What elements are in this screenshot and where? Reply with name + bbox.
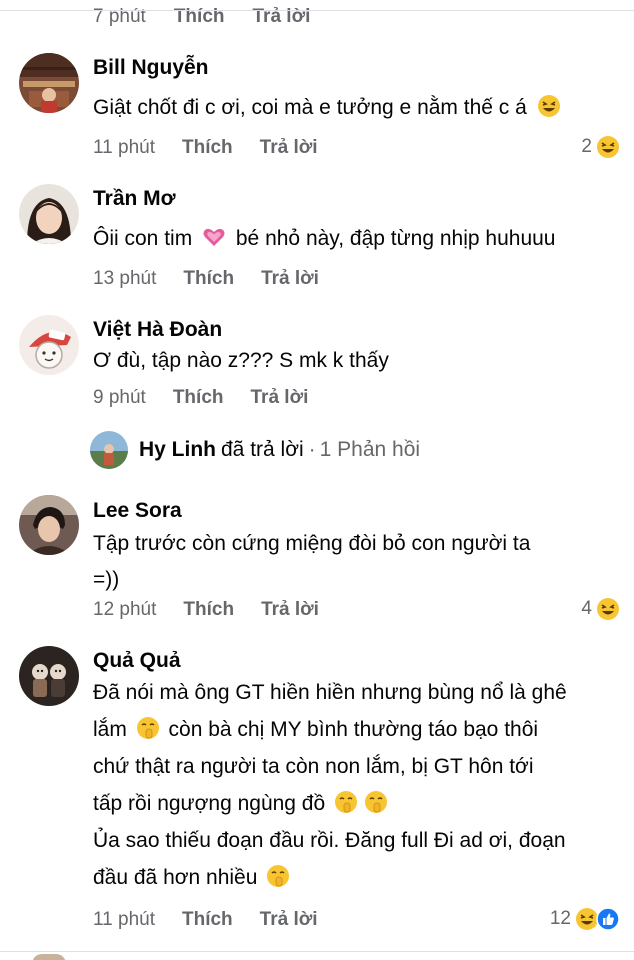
comment-author[interactable]: Lee Sora [93, 499, 182, 523]
avatar[interactable] [19, 495, 79, 555]
reaction-count: 12 [549, 908, 571, 929]
bottom-divider [0, 951, 634, 952]
shushing-face-emoji-icon [364, 789, 388, 813]
like-button[interactable]: Thích [173, 387, 224, 409]
comment-text-fragment: tấp rồi ngượng ngùng đồ [93, 792, 326, 815]
reaction-summary[interactable]: 12 [550, 907, 620, 931]
comment-text-start: Ôii con tim [93, 227, 193, 250]
comments-page: 7 phút Thích Trả lời Bill Nguyễn Giật ch… [0, 0, 634, 960]
comment-text-line: chứ thật ra người ta còn non lắm, bị GT … [93, 755, 534, 778]
comment-time[interactable]: 12 phút [93, 599, 156, 621]
top-divider [0, 10, 634, 11]
comment-text: Tập trước còn cứng miệng đòi bỏ con ngườ… [93, 526, 623, 598]
pink-heart-emoji-icon [202, 225, 226, 249]
reply-button[interactable]: Trả lời [251, 387, 309, 409]
reply-button[interactable]: Trả lời [261, 268, 319, 290]
comment-text: Đã nói mà ông GT hiền hiền nhưng bùng nổ… [93, 674, 623, 896]
reaction-summary[interactable]: 4 [581, 597, 620, 621]
reaction-summary[interactable]: 2 [581, 135, 620, 159]
comment-text-content: Giật chốt đi c ơi, coi mà e tưởng e nằm … [93, 96, 527, 119]
reply-count: 1 Phản hồi [319, 438, 421, 461]
reply-action-text: đã trả lời [221, 438, 304, 461]
reply-button[interactable]: Trả lời [261, 599, 319, 621]
comment-author[interactable]: Quả Quả [93, 649, 181, 673]
laughing-emoji-icon [596, 597, 620, 621]
avatar[interactable] [19, 184, 79, 244]
comment-text-line: lắm còn bà chị MY bình thường táo bạo th… [93, 711, 623, 748]
comment-time[interactable]: 11 phút [93, 137, 155, 159]
like-button[interactable]: Thích [182, 909, 233, 931]
reply-author: Hy Linh [139, 438, 216, 461]
comment-text: Ôii con tim bé nhỏ này, đập từng nhịp hu… [93, 221, 623, 257]
comment-text-fragment: lắm [93, 718, 127, 741]
separator-dot: · [308, 438, 316, 461]
avatar[interactable] [19, 646, 79, 706]
comment-text-fragment: còn bà chị MY bình thường táo bạo thôi [168, 718, 539, 741]
avatar[interactable] [19, 53, 79, 113]
view-replies-link[interactable]: Hy Linh đã trả lời · 1 Phản hồi [90, 431, 420, 469]
comment-actions: 9 phút Thích Trả lời [93, 387, 308, 409]
reply-button[interactable]: Trả lời [260, 909, 318, 931]
laughing-emoji-icon [596, 135, 620, 159]
like-button[interactable]: Thích [183, 599, 234, 621]
comment-text-content: Ơ đù, tập nào z??? S mk k thấy [93, 349, 389, 372]
comment-actions: 11 phút Thích Trả lời [93, 137, 318, 159]
reaction-count: 2 [581, 136, 592, 157]
comment-author[interactable]: Việt Hà Đoàn [93, 318, 222, 342]
comment-text-line: tấp rồi ngượng ngùng đồ [93, 785, 623, 822]
like-button[interactable]: Thích [183, 268, 234, 290]
comment-time[interactable]: 11 phút [93, 909, 155, 931]
like-button[interactable]: Thích [182, 137, 233, 159]
comment-text-fragment: đầu đã hơn nhiều [93, 866, 258, 889]
comment-actions: 12 phút Thích Trả lời [93, 599, 319, 621]
comment-text-line: Ủa sao thiếu đoạn đầu rồi. Đăng full Đi … [93, 829, 566, 852]
comment-text-line: =)) [93, 568, 120, 591]
comment-actions: 13 phút Thích Trả lời [93, 268, 319, 290]
laughing-emoji-icon [537, 94, 561, 118]
comment-text-line: đầu đã hơn nhiều [93, 859, 623, 896]
shushing-face-emoji-icon [266, 863, 290, 887]
next-comment-avatar [32, 954, 66, 960]
reply-avatar [90, 431, 128, 469]
comment-author[interactable]: Trần Mơ [93, 187, 176, 211]
comment-text-line: Đã nói mà ông GT hiền hiền nhưng bùng nổ… [93, 681, 567, 704]
comment-time[interactable]: 9 phút [93, 387, 146, 409]
shushing-face-emoji-icon [334, 789, 358, 813]
shushing-face-emoji-icon [136, 715, 160, 739]
comment-actions: 11 phút Thích Trả lời [93, 909, 318, 931]
comment-text: Ơ đù, tập nào z??? S mk k thấy [93, 343, 623, 379]
like-thumb-icon [596, 907, 620, 931]
comment-time[interactable]: 13 phút [93, 268, 156, 290]
avatar[interactable] [19, 315, 79, 375]
comment-text-line: Tập trước còn cứng miệng đòi bỏ con ngườ… [93, 532, 531, 555]
reaction-count: 4 [581, 598, 592, 619]
comment-author[interactable]: Bill Nguyễn [93, 56, 209, 80]
comment-text-end: bé nhỏ này, đập từng nhịp huhuuu [235, 227, 556, 250]
reply-button[interactable]: Trả lời [260, 137, 318, 159]
comment-text: Giật chốt đi c ơi, coi mà e tưởng e nằm … [93, 90, 623, 126]
